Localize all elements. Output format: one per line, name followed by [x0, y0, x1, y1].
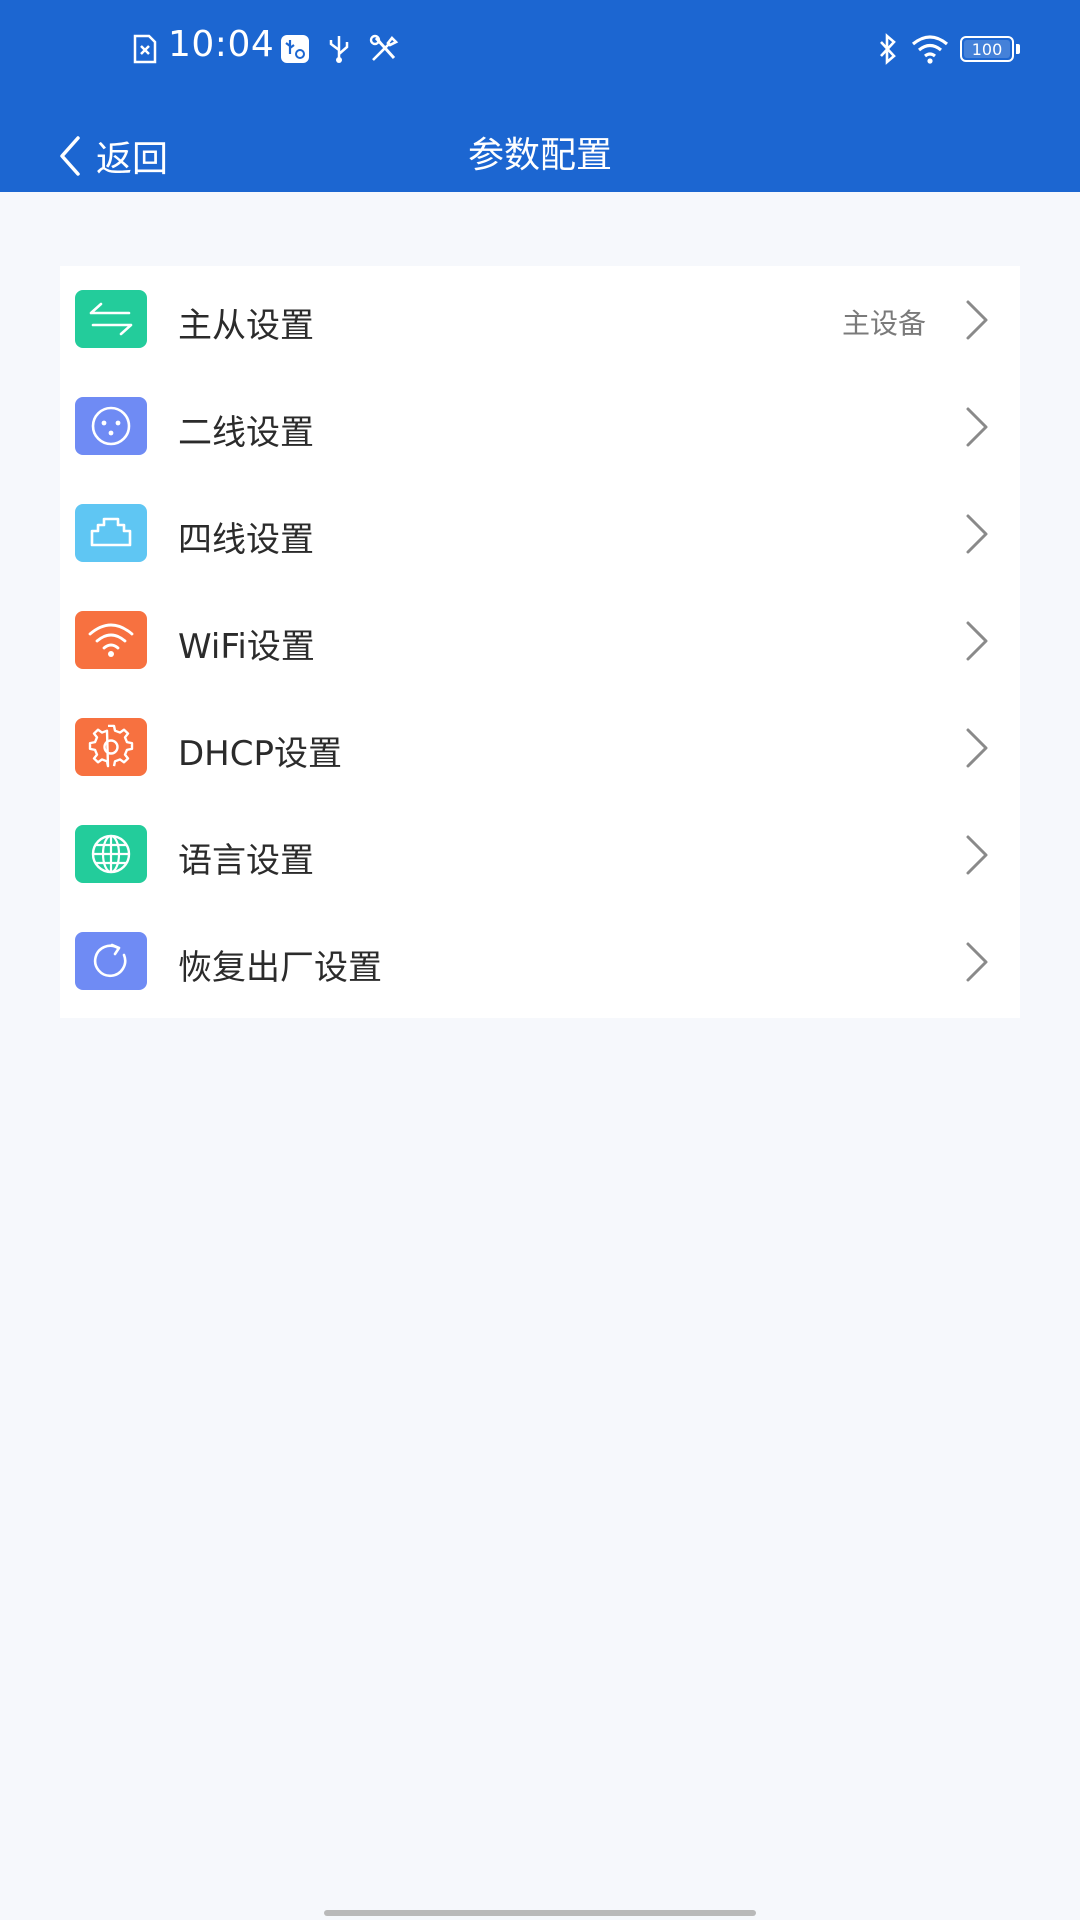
settings-item-label: 恢复出厂设置: [178, 948, 382, 988]
gear-icon: [75, 718, 147, 776]
settings-list: 主从设置 主设备 二线设置 四线设置 WiFi设置 DHCP设置 语言设置 恢复…: [60, 266, 1020, 1018]
status-bar: 10:04 100: [0, 0, 1080, 100]
chevron-left-icon: [60, 136, 80, 176]
top-app-bar: 10:04 100 返回 参数配置: [0, 0, 1080, 192]
ethernet-port-icon: [75, 504, 147, 562]
wifi-icon: [910, 34, 950, 64]
settings-item-label: WiFi设置: [178, 627, 315, 667]
settings-item-label: 主从设置: [178, 306, 314, 346]
back-button[interactable]: 返回: [56, 128, 168, 184]
usb-icon: [326, 34, 352, 64]
settings-item-label: 二线设置: [178, 413, 314, 453]
bluetooth-icon: [876, 32, 900, 66]
battery-terminal: [1016, 44, 1020, 54]
settings-item-two-wire[interactable]: 二线设置: [60, 373, 1020, 480]
chevron-right-icon: [962, 940, 992, 984]
chevron-right-icon: [962, 726, 992, 770]
settings-item-language[interactable]: 语言设置: [60, 801, 1020, 908]
two-wire-socket-icon: [75, 397, 147, 455]
settings-item-label: DHCP设置: [178, 734, 342, 774]
battery-level: 100: [971, 39, 1003, 59]
settings-item-label: 四线设置: [178, 520, 314, 560]
chevron-right-icon: [962, 833, 992, 877]
back-label: 返回: [96, 139, 169, 180]
tools-icon: [368, 34, 400, 64]
chevron-right-icon: [962, 619, 992, 663]
chevron-right-icon: [962, 405, 992, 449]
settings-item-label: 语言设置: [178, 841, 314, 881]
home-indicator[interactable]: [324, 1910, 756, 1916]
globe-icon: [75, 825, 147, 883]
settings-item-dhcp[interactable]: DHCP设置: [60, 694, 1020, 801]
sim-alert-icon: [132, 34, 158, 64]
wifi-icon: [75, 611, 147, 669]
chevron-right-icon: [962, 298, 992, 342]
settings-item-value: 主设备: [841, 307, 926, 340]
usb-debug-icon: [280, 34, 310, 64]
settings-item-master-slave[interactable]: 主从设置 主设备: [60, 266, 1020, 373]
status-time: 10:04: [168, 24, 275, 65]
settings-item-wifi[interactable]: WiFi设置: [60, 587, 1020, 694]
swap-arrows-icon: [75, 290, 147, 348]
battery-icon: 100: [960, 36, 1014, 62]
reset-icon: [75, 932, 147, 990]
settings-item-factory-reset[interactable]: 恢复出厂设置: [60, 908, 1020, 1015]
chevron-right-icon: [962, 512, 992, 556]
settings-item-four-wire[interactable]: 四线设置: [60, 480, 1020, 587]
